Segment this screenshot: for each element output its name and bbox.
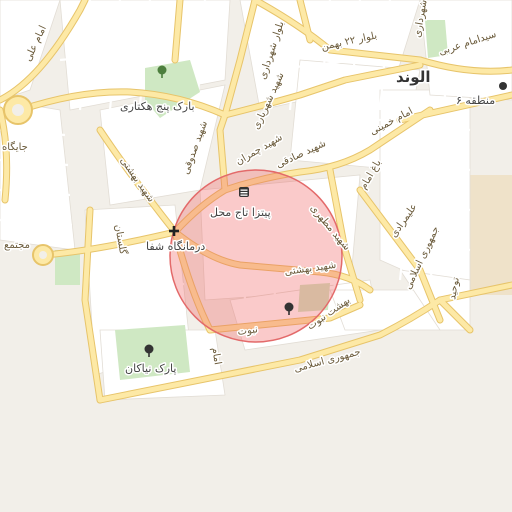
poi-label-darmangah-shafa: درمانگاه شفا (146, 240, 205, 253)
sand-area (470, 175, 512, 295)
street-label-mojtama: مجتمع (4, 240, 30, 251)
poi-label-park-panj-hektari: بارک پنج هکتاری (120, 100, 195, 113)
poi-label-park-niyakan: پارک نیاکان (125, 362, 176, 375)
city-label: الوند (396, 68, 430, 86)
roundabout-southwest-center (39, 251, 47, 259)
district-label: منطقه ۶ (456, 94, 495, 107)
map-canvas[interactable]: امام علی جایگاه مجتمع گلستان شهید بهشتی … (0, 0, 512, 512)
street-label-jayegah: جایگاه (2, 141, 28, 153)
roundabout-west-center (12, 104, 24, 116)
map-svg[interactable]: امام علی جایگاه مجتمع گلستان شهید بهشتی … (0, 0, 512, 512)
restaurant-icon (239, 187, 249, 197)
district-icon (499, 82, 507, 90)
poi-label-pizza-taj-mahal: پیتزا تاج محل (210, 206, 271, 219)
